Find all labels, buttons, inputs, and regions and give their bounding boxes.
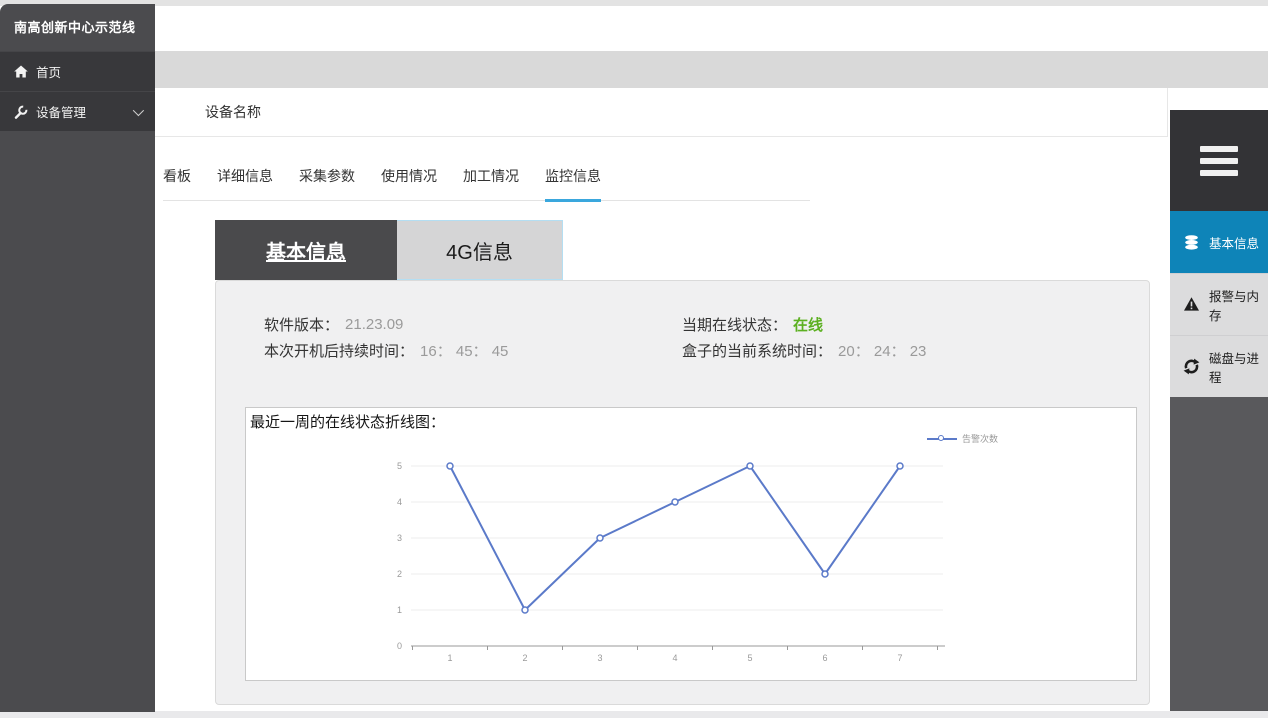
chart-legend[interactable]: 告警次数: [927, 432, 998, 445]
database-icon: [1183, 234, 1200, 251]
svg-text:2: 2: [522, 653, 527, 663]
sidebar-item-label: 设备管理: [36, 102, 86, 121]
left-sidebar: 南高创新中心示范线 首页 设备管理: [0, 4, 155, 712]
app-root: 南高创新中心示范线 首页 设备管理 基本信息: [0, 0, 1268, 718]
weekly-online-chart: 0 1 2 3 4 5 1 2 3 4 5 6 7 最近一周的在线状态折线图： 告警次数: [245, 407, 1137, 681]
svg-text:0: 0: [397, 641, 402, 651]
uptime-value: 16： 45： 45: [420, 340, 508, 361]
online-status-row: 当期在线状态： 在线: [682, 311, 1124, 337]
subtab-label: 基本信息: [266, 236, 346, 265]
svg-text:3: 3: [397, 533, 402, 543]
chevron-down-icon: [133, 104, 144, 115]
online-status-value: 在线: [793, 314, 823, 335]
uptime-row: 本次开机后持续时间： 16： 45： 45: [264, 337, 682, 363]
uptime-label: 本次开机后持续时间：: [264, 340, 414, 361]
hamburger-icon: [1200, 158, 1238, 164]
hamburger-icon: [1200, 170, 1238, 176]
subtab-basic-info[interactable]: 基本信息: [215, 220, 397, 280]
svg-text:3: 3: [597, 653, 602, 663]
hamburger-menu-button[interactable]: [1170, 110, 1268, 211]
system-time-label: 盒子的当前系统时间：: [682, 340, 832, 361]
svg-text:1: 1: [447, 653, 452, 663]
svg-text:1: 1: [397, 605, 402, 615]
wrench-icon: [14, 105, 28, 119]
subtab-4g-info[interactable]: 4G信息: [397, 220, 563, 280]
top-strip: [0, 0, 1268, 6]
right-item-alarm-memory[interactable]: 报警与内存: [1170, 273, 1268, 335]
software-version-label: 软件版本：: [264, 314, 339, 335]
svg-text:4: 4: [672, 653, 677, 663]
system-time-row: 盒子的当前系统时间： 20： 24： 23: [682, 337, 1124, 363]
main-content: 设备名称 看板 详细信息 采集参数 使用情况 加工情况 监控信息 基本信息 4G…: [155, 88, 1170, 711]
device-name-header: 设备名称: [155, 88, 1168, 137]
svg-text:4: 4: [397, 497, 402, 507]
tab-processing[interactable]: 加工情况: [463, 158, 519, 200]
svg-text:5: 5: [397, 461, 402, 471]
right-item-label: 磁盘与进程: [1209, 348, 1268, 386]
right-item-label: 基本信息: [1209, 233, 1259, 252]
sidebar-item-home[interactable]: 首页: [0, 51, 155, 91]
tab-bar: 看板 详细信息 采集参数 使用情况 加工情况 监控信息: [163, 158, 810, 201]
device-info-grid: 软件版本： 21.23.09 当期在线状态： 在线 本次开机后持续时间： 16：…: [264, 311, 1124, 363]
right-sidebar: 基本信息 报警与内存 磁盘与进程: [1170, 110, 1268, 711]
online-status-label: 当期在线状态：: [682, 314, 787, 335]
refresh-icon: [1183, 358, 1200, 375]
software-version-row: 软件版本： 21.23.09: [264, 311, 682, 337]
sidebar-item-label: 首页: [36, 62, 61, 81]
tab-detail-info[interactable]: 详细信息: [217, 158, 273, 200]
svg-text:5: 5: [747, 653, 752, 663]
sub-tab-bar: 基本信息 4G信息: [215, 220, 563, 280]
svg-text:2: 2: [397, 569, 402, 579]
tab-collect-params[interactable]: 采集参数: [299, 158, 355, 200]
basic-info-panel: 软件版本： 21.23.09 当期在线状态： 在线 本次开机后持续时间： 16：…: [215, 280, 1150, 705]
right-item-disk-process[interactable]: 磁盘与进程: [1170, 335, 1268, 397]
chart-title: 最近一周的在线状态折线图：: [250, 411, 445, 432]
hamburger-icon: [1200, 146, 1238, 152]
tab-usage[interactable]: 使用情况: [381, 158, 437, 200]
system-time-value: 20： 24： 23: [838, 340, 926, 361]
app-title: 南高创新中心示范线: [0, 4, 155, 51]
home-icon: [14, 65, 28, 79]
bottom-strip: [0, 711, 1268, 718]
legend-line-marker-icon: [927, 435, 957, 443]
right-item-basic-info[interactable]: 基本信息: [1170, 211, 1268, 273]
header-gray-band: [0, 51, 1268, 88]
tab-monitor-info[interactable]: 监控信息: [545, 158, 601, 202]
right-item-label: 报警与内存: [1209, 286, 1268, 324]
warning-icon: [1183, 296, 1200, 313]
subtab-label: 4G信息: [446, 236, 513, 265]
legend-label: 告警次数: [962, 432, 998, 445]
sidebar-item-device-management[interactable]: 设备管理: [0, 91, 155, 131]
tab-kanban[interactable]: 看板: [163, 158, 191, 200]
svg-text:6: 6: [822, 653, 827, 663]
line-chart-canvas: 0 1 2 3 4 5 1 2 3 4 5 6 7: [246, 408, 1136, 680]
software-version-value: 21.23.09: [345, 316, 403, 333]
svg-text:7: 7: [897, 653, 902, 663]
